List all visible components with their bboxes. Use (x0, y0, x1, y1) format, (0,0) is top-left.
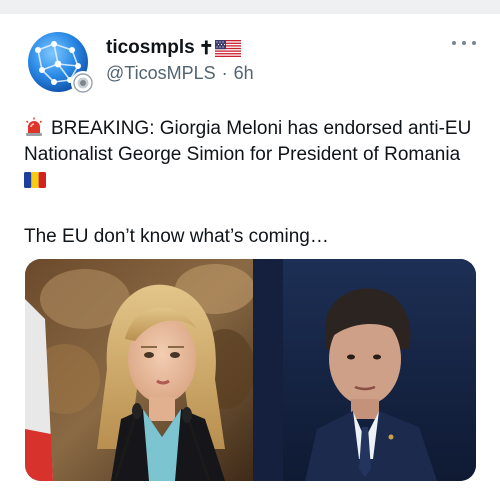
romania-flag-icon (24, 172, 46, 188)
author-display-name[interactable]: ticosmpls (106, 37, 195, 59)
tweet-line-3 (24, 168, 484, 194)
tweet-line-2: Nationalist George Simion for President … (24, 144, 461, 165)
police-siren-icon (26, 117, 42, 136)
more-dot (452, 41, 456, 45)
more-dot (472, 41, 476, 45)
tweet-timestamp[interactable]: 6h (234, 63, 254, 84)
affiliate-badge-icon (71, 71, 95, 95)
tweet-line-1-text: BREAKING: Giorgia Meloni has endorsed an… (51, 118, 472, 139)
latin-cross-icon: ✝ (198, 38, 214, 58)
tweet-line-1: BREAKING: Giorgia Meloni has endorsed an… (24, 116, 484, 142)
author-meta: @TicosMPLS · 6h (106, 63, 254, 84)
more-options-icon[interactable] (452, 38, 476, 48)
tweet-text: BREAKING: Giorgia Meloni has endorsed an… (24, 116, 484, 194)
us-flag-icon (214, 39, 241, 57)
tweet-media-image[interactable] (25, 259, 476, 481)
top-divider-strip (0, 0, 500, 14)
author-name-row[interactable]: ticosmpls ✝ (106, 36, 241, 60)
meta-separator: · (221, 63, 228, 83)
tweet-paragraph-2: The EU don’t know what’s coming… (24, 226, 329, 247)
author-handle[interactable]: @TicosMPLS (106, 63, 216, 84)
more-dot (462, 41, 466, 45)
media-photo-composite (25, 259, 476, 481)
